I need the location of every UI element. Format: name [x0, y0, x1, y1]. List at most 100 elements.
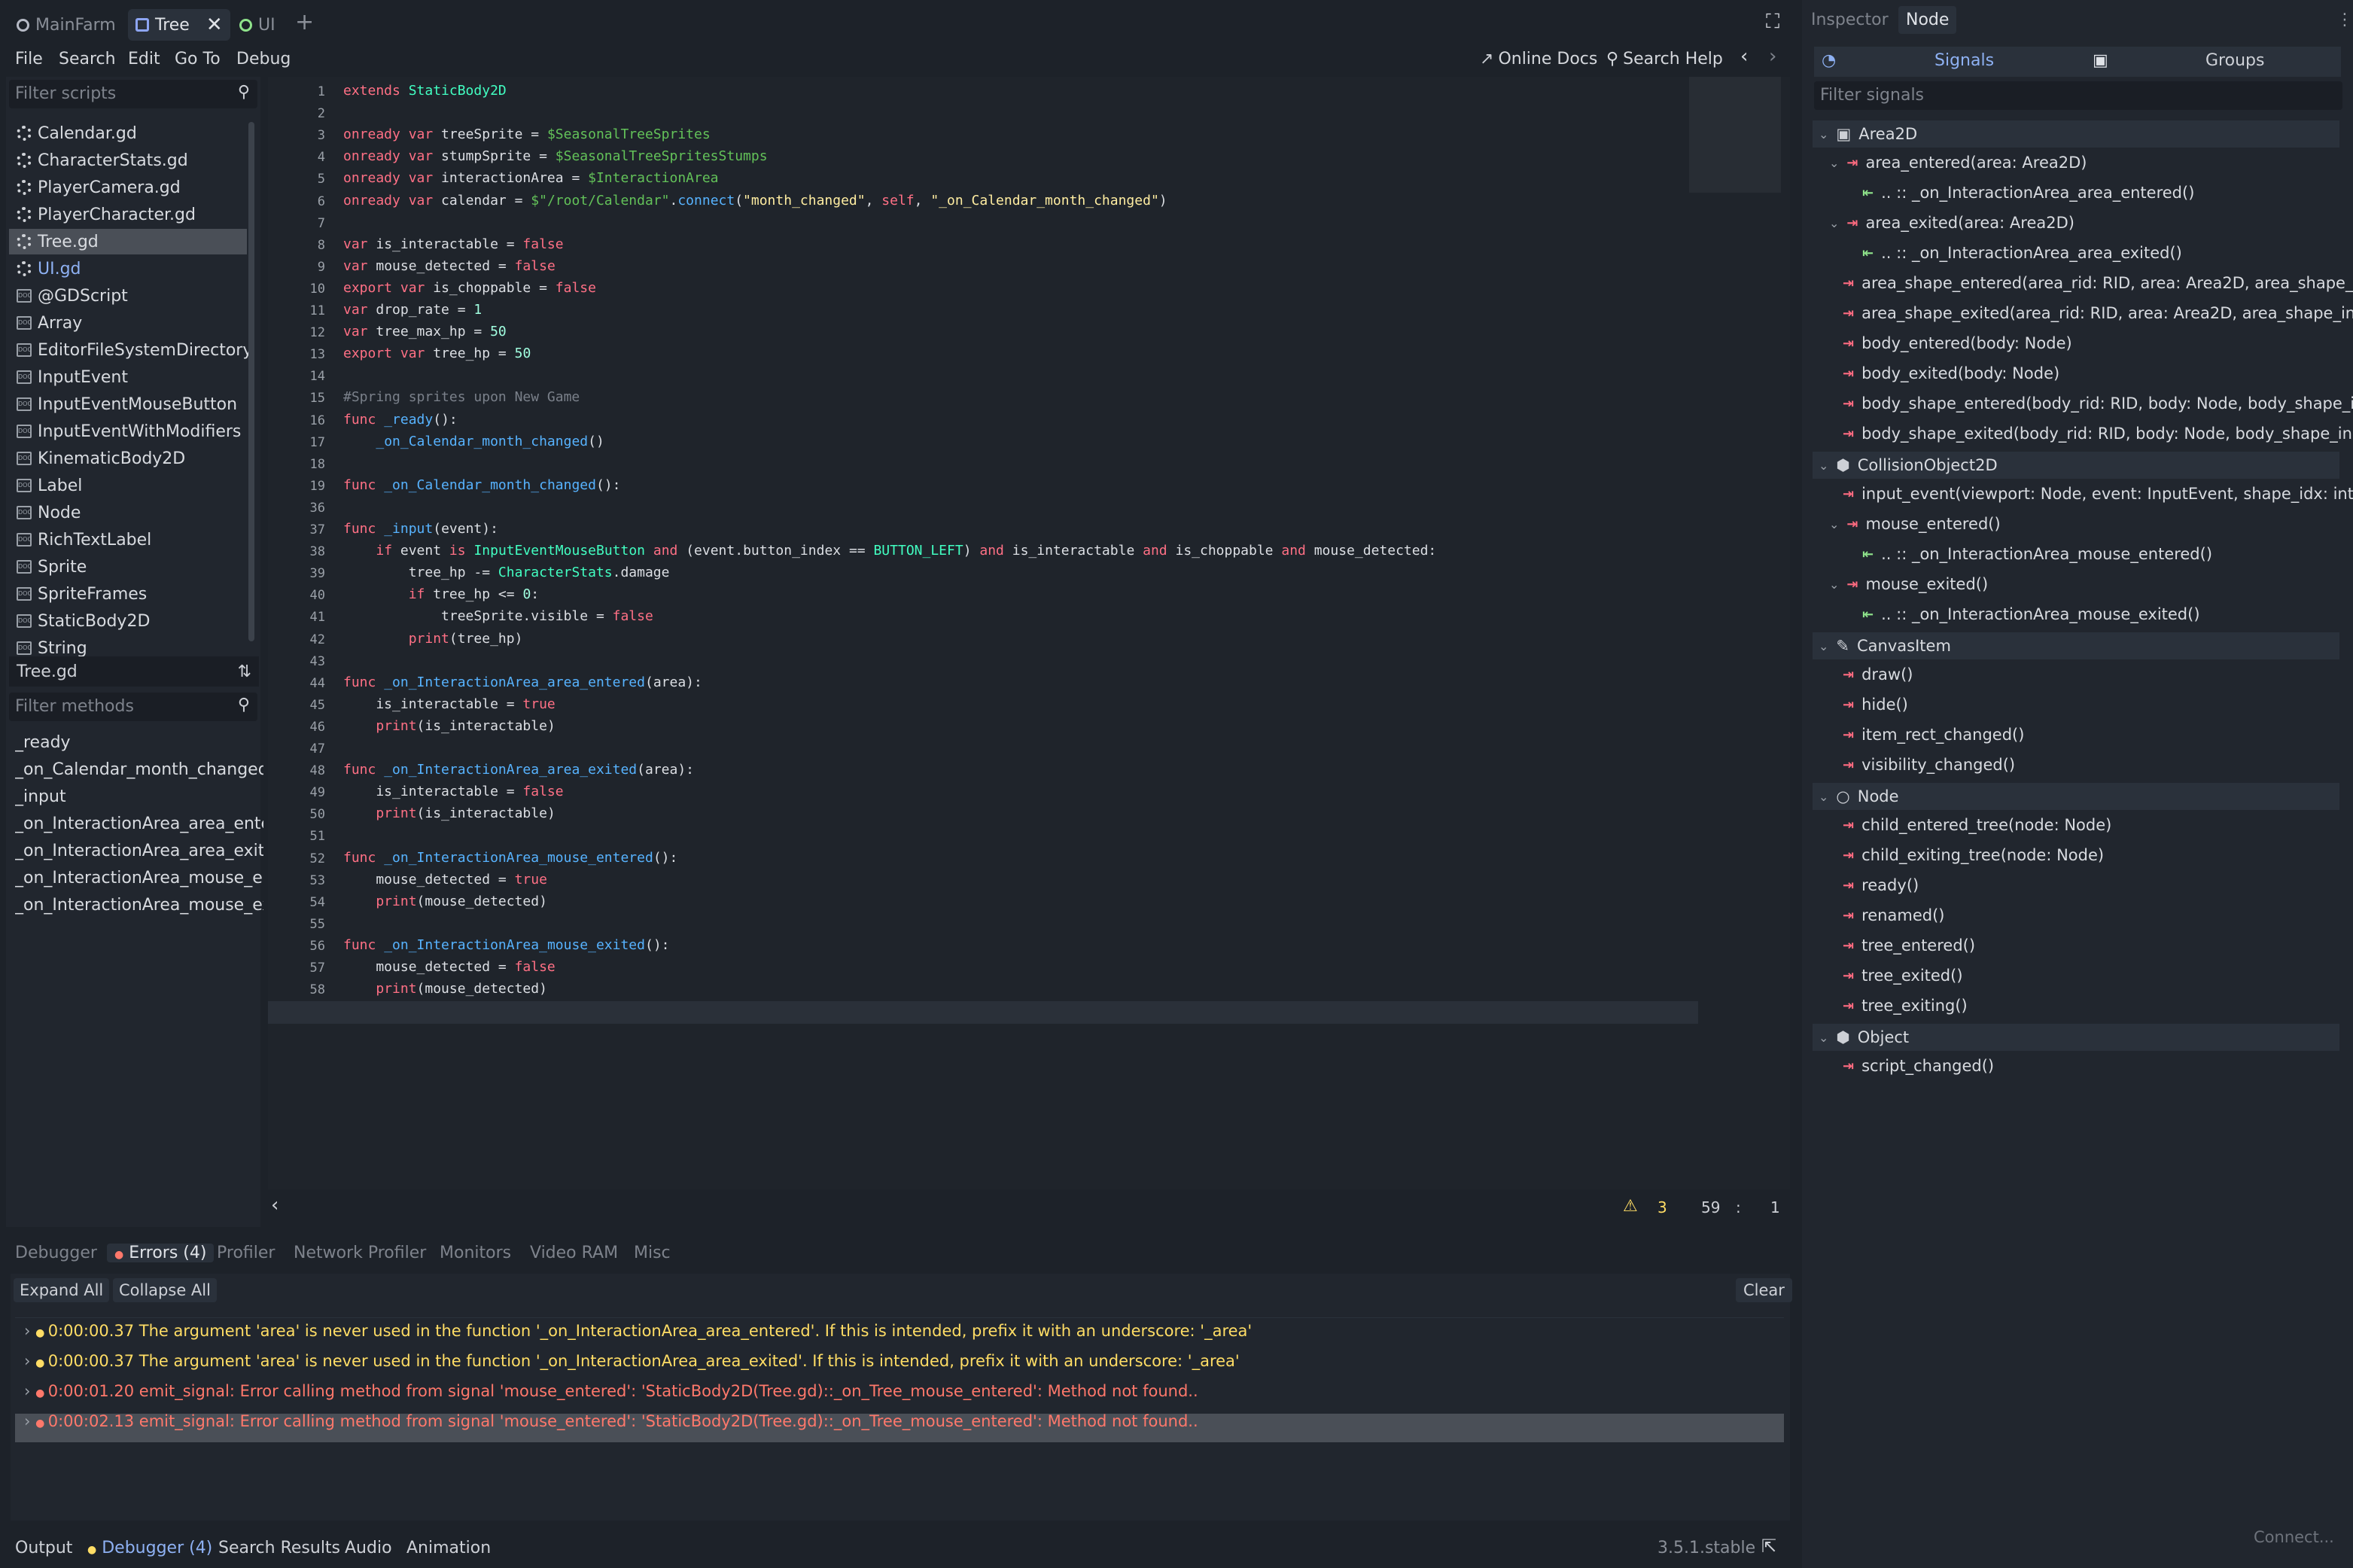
expand-all-button[interactable]: Expand All	[14, 1278, 110, 1302]
script-list-item[interactable]: DOC @GDScript	[9, 283, 247, 309]
code-line[interactable]: tree_hp -= CharacterStats.damage	[343, 565, 670, 580]
code-line[interactable]: print(is_interactable)	[343, 718, 555, 734]
code-line[interactable]: func _on_InteractionArea_mouse_entered()…	[343, 850, 677, 866]
chevron-right-icon[interactable]: ›	[24, 1382, 35, 1400]
warning-icon[interactable]: ⚠	[1623, 1197, 1638, 1216]
signal-item[interactable]: ⇥ child_entered_tree(node: Node)	[1843, 816, 2111, 834]
code-line[interactable]: extends StaticBody2D	[343, 83, 507, 99]
signal-item[interactable]: ⌄ ⇥ mouse_exited()	[1829, 575, 1988, 593]
connect-button[interactable]: Connect...	[2254, 1528, 2334, 1546]
filter-scripts-input[interactable]: Filter scripts ⚲	[9, 80, 257, 108]
code-line[interactable]: print(mouse_detected)	[343, 894, 547, 909]
method-list-item[interactable]: _on_InteractionArea_mouse_entered	[15, 869, 263, 888]
menu-file[interactable]: File	[15, 50, 43, 69]
menu-debug[interactable]: Debug	[236, 50, 291, 69]
chevron-down-icon[interactable]: ⌄	[1819, 790, 1828, 804]
close-tab-icon[interactable]: ✕	[206, 14, 223, 36]
code-line[interactable]: print(tree_hp)	[343, 631, 523, 647]
expand-bottom-panel-icon[interactable]: ⇱	[1761, 1536, 1776, 1557]
signal-item[interactable]: ⇥ renamed()	[1843, 906, 1944, 924]
menu-goto[interactable]: Go To	[175, 50, 221, 69]
chevron-right-icon[interactable]: ›	[24, 1322, 35, 1340]
signal-item[interactable]: ⇥ tree_entered()	[1843, 936, 1975, 955]
chevron-down-icon[interactable]: ⌄	[1819, 127, 1828, 142]
code-line[interactable]: is_interactable = false	[343, 784, 563, 799]
method-list-item[interactable]: _on_InteractionArea_area_entered	[15, 814, 263, 833]
chevron-down-icon[interactable]: ⌄	[1819, 639, 1828, 653]
code-line[interactable]: func _on_InteractionArea_area_entered(ar…	[343, 674, 702, 690]
method-list-item[interactable]: _on_Calendar_month_changed	[15, 760, 263, 779]
code-minimap[interactable]	[1689, 77, 1781, 193]
code-line[interactable]: if tree_hp <= 0:	[343, 586, 539, 602]
code-line[interactable]: var mouse_detected = false	[343, 258, 556, 274]
script-list-item[interactable]: CharacterStats.gd	[9, 148, 247, 173]
code-line[interactable]: export var tree_hp = 50	[343, 346, 531, 361]
tab-node[interactable]: Node	[1898, 6, 1957, 34]
script-list-item[interactable]: PlayerCamera.gd	[9, 175, 247, 200]
connection-item[interactable]: ⇤ .. :: _on_InteractionArea_mouse_entered…	[1862, 545, 2212, 563]
code-line[interactable]: func _ready():	[343, 412, 458, 428]
signals-tab[interactable]: Signals	[1934, 51, 1994, 70]
scene-tab-ui[interactable]: UI	[232, 9, 283, 41]
code-line[interactable]: mouse_detected = true	[343, 872, 547, 888]
signal-item[interactable]: ⇥ tree_exiting()	[1843, 997, 1968, 1015]
error-row[interactable]: › ● 0:00:02.13 emit_signal: Error callin…	[24, 1412, 1198, 1430]
fullscreen-icon[interactable]: ⛶	[1766, 11, 1779, 34]
signal-item[interactable]: ⌄ ⇥ area_entered(area: Area2D)	[1829, 154, 2087, 172]
tab-video-ram[interactable]: Video RAM	[530, 1244, 618, 1262]
script-list-item[interactable]: UI.gd	[9, 256, 247, 282]
signal-item[interactable]: ⇥ child_exiting_tree(node: Node)	[1843, 846, 2104, 864]
script-list-item[interactable]: DOC Sprite	[9, 554, 247, 580]
signal-class-header[interactable]: ⌄ ▣ Area2D	[1813, 120, 2339, 148]
tab-monitors[interactable]: Monitors	[440, 1244, 511, 1262]
script-list-item[interactable]: DOC InputEvent	[9, 364, 247, 390]
method-list-item[interactable]: _input	[15, 787, 263, 806]
history-forward-icon[interactable]: ›	[1769, 45, 1776, 68]
code-editor[interactable]: 1 extends StaticBody2D 2 3 onready var treeS…	[268, 77, 1790, 1225]
signal-item[interactable]: ⇥ item_rect_changed()	[1843, 726, 2024, 744]
code-line[interactable]: func _on_Calendar_month_changed():	[343, 477, 629, 493]
script-list-scrollbar[interactable]	[248, 122, 254, 641]
signal-class-header[interactable]: ⌄ ⬢ CollisionObject2D	[1813, 452, 2339, 479]
code-line[interactable]: var is_interactable = false	[343, 236, 564, 252]
chevron-down-icon[interactable]: ⌄	[1829, 517, 1839, 531]
tab-debugger[interactable]: Debugger	[15, 1244, 97, 1262]
script-list-item[interactable]: DOC InputEventMouseButton	[9, 391, 247, 417]
error-row[interactable]: › ● 0:00:00.37 The argument 'area' is ne…	[24, 1322, 1252, 1340]
tab-errors[interactable]: ● Errors (4)	[107, 1244, 215, 1262]
code-line[interactable]: onready var stumpSprite = $SeasonalTreeS…	[343, 148, 768, 164]
connection-item[interactable]: ⇤ .. :: _on_InteractionArea_mouse_exited(…	[1862, 605, 2200, 623]
code-line[interactable]: onready var calendar = $"/root/Calendar"…	[343, 193, 1167, 209]
script-list-item[interactable]: Tree.gd	[9, 229, 247, 254]
search-results-tab[interactable]: Search Results	[218, 1539, 340, 1557]
code-line[interactable]: onready var treeSprite = $SeasonalTreeSp…	[343, 126, 711, 142]
code-line[interactable]: if event is InputEventMouseButton and (e…	[343, 543, 1436, 559]
clear-errors-button[interactable]: Clear	[1736, 1278, 1792, 1302]
error-row[interactable]: › ● 0:00:00.37 The argument 'area' is ne…	[24, 1352, 1240, 1370]
signal-class-header[interactable]: ⌄ ○ Node	[1813, 783, 2339, 810]
connection-item[interactable]: ⇤ .. :: _on_InteractionArea_area_exited()	[1862, 244, 2182, 262]
script-list-item[interactable]: DOC SpriteFrames	[9, 581, 247, 607]
signal-item[interactable]: ⇥ body_shape_exited(body_rid: RID, body: …	[1843, 425, 2353, 443]
filter-signals-input[interactable]: Filter signals	[1814, 81, 2342, 110]
menu-search[interactable]: Search	[59, 50, 116, 69]
tab-misc[interactable]: Misc	[634, 1244, 671, 1262]
search-help-button[interactable]: ⚲ Search Help	[1606, 50, 1723, 69]
chevron-right-icon[interactable]: ›	[24, 1352, 35, 1370]
code-area[interactable]: 1 extends StaticBody2D 2 3 onready var treeS…	[268, 77, 1698, 1191]
signal-item[interactable]: ⇥ tree_exited()	[1843, 967, 1963, 985]
online-docs-button[interactable]: ↗ Online Docs	[1480, 50, 1597, 69]
script-list-item[interactable]: DOC RichTextLabel	[9, 527, 247, 553]
code-line[interactable]: treeSprite.visible = false	[343, 608, 653, 624]
code-line[interactable]: mouse_detected = false	[343, 959, 555, 975]
code-line[interactable]: var drop_rate = 1	[343, 302, 482, 318]
script-list-item[interactable]: DOC KinematicBody2D	[9, 446, 247, 471]
animation-tab[interactable]: Animation	[406, 1539, 491, 1557]
chevron-down-icon[interactable]: ⌄	[1829, 577, 1839, 592]
method-list-item[interactable]: _on_InteractionArea_mouse_exited	[15, 896, 263, 915]
code-line[interactable]: func _on_InteractionArea_mouse_exited():	[343, 937, 670, 953]
signal-item[interactable]: ⇥ draw()	[1843, 665, 1913, 684]
scene-tab-mainfarm[interactable]: MainFarm	[9, 9, 123, 41]
script-list-item[interactable]: DOC Label	[9, 473, 247, 498]
menu-edit[interactable]: Edit	[128, 50, 160, 69]
